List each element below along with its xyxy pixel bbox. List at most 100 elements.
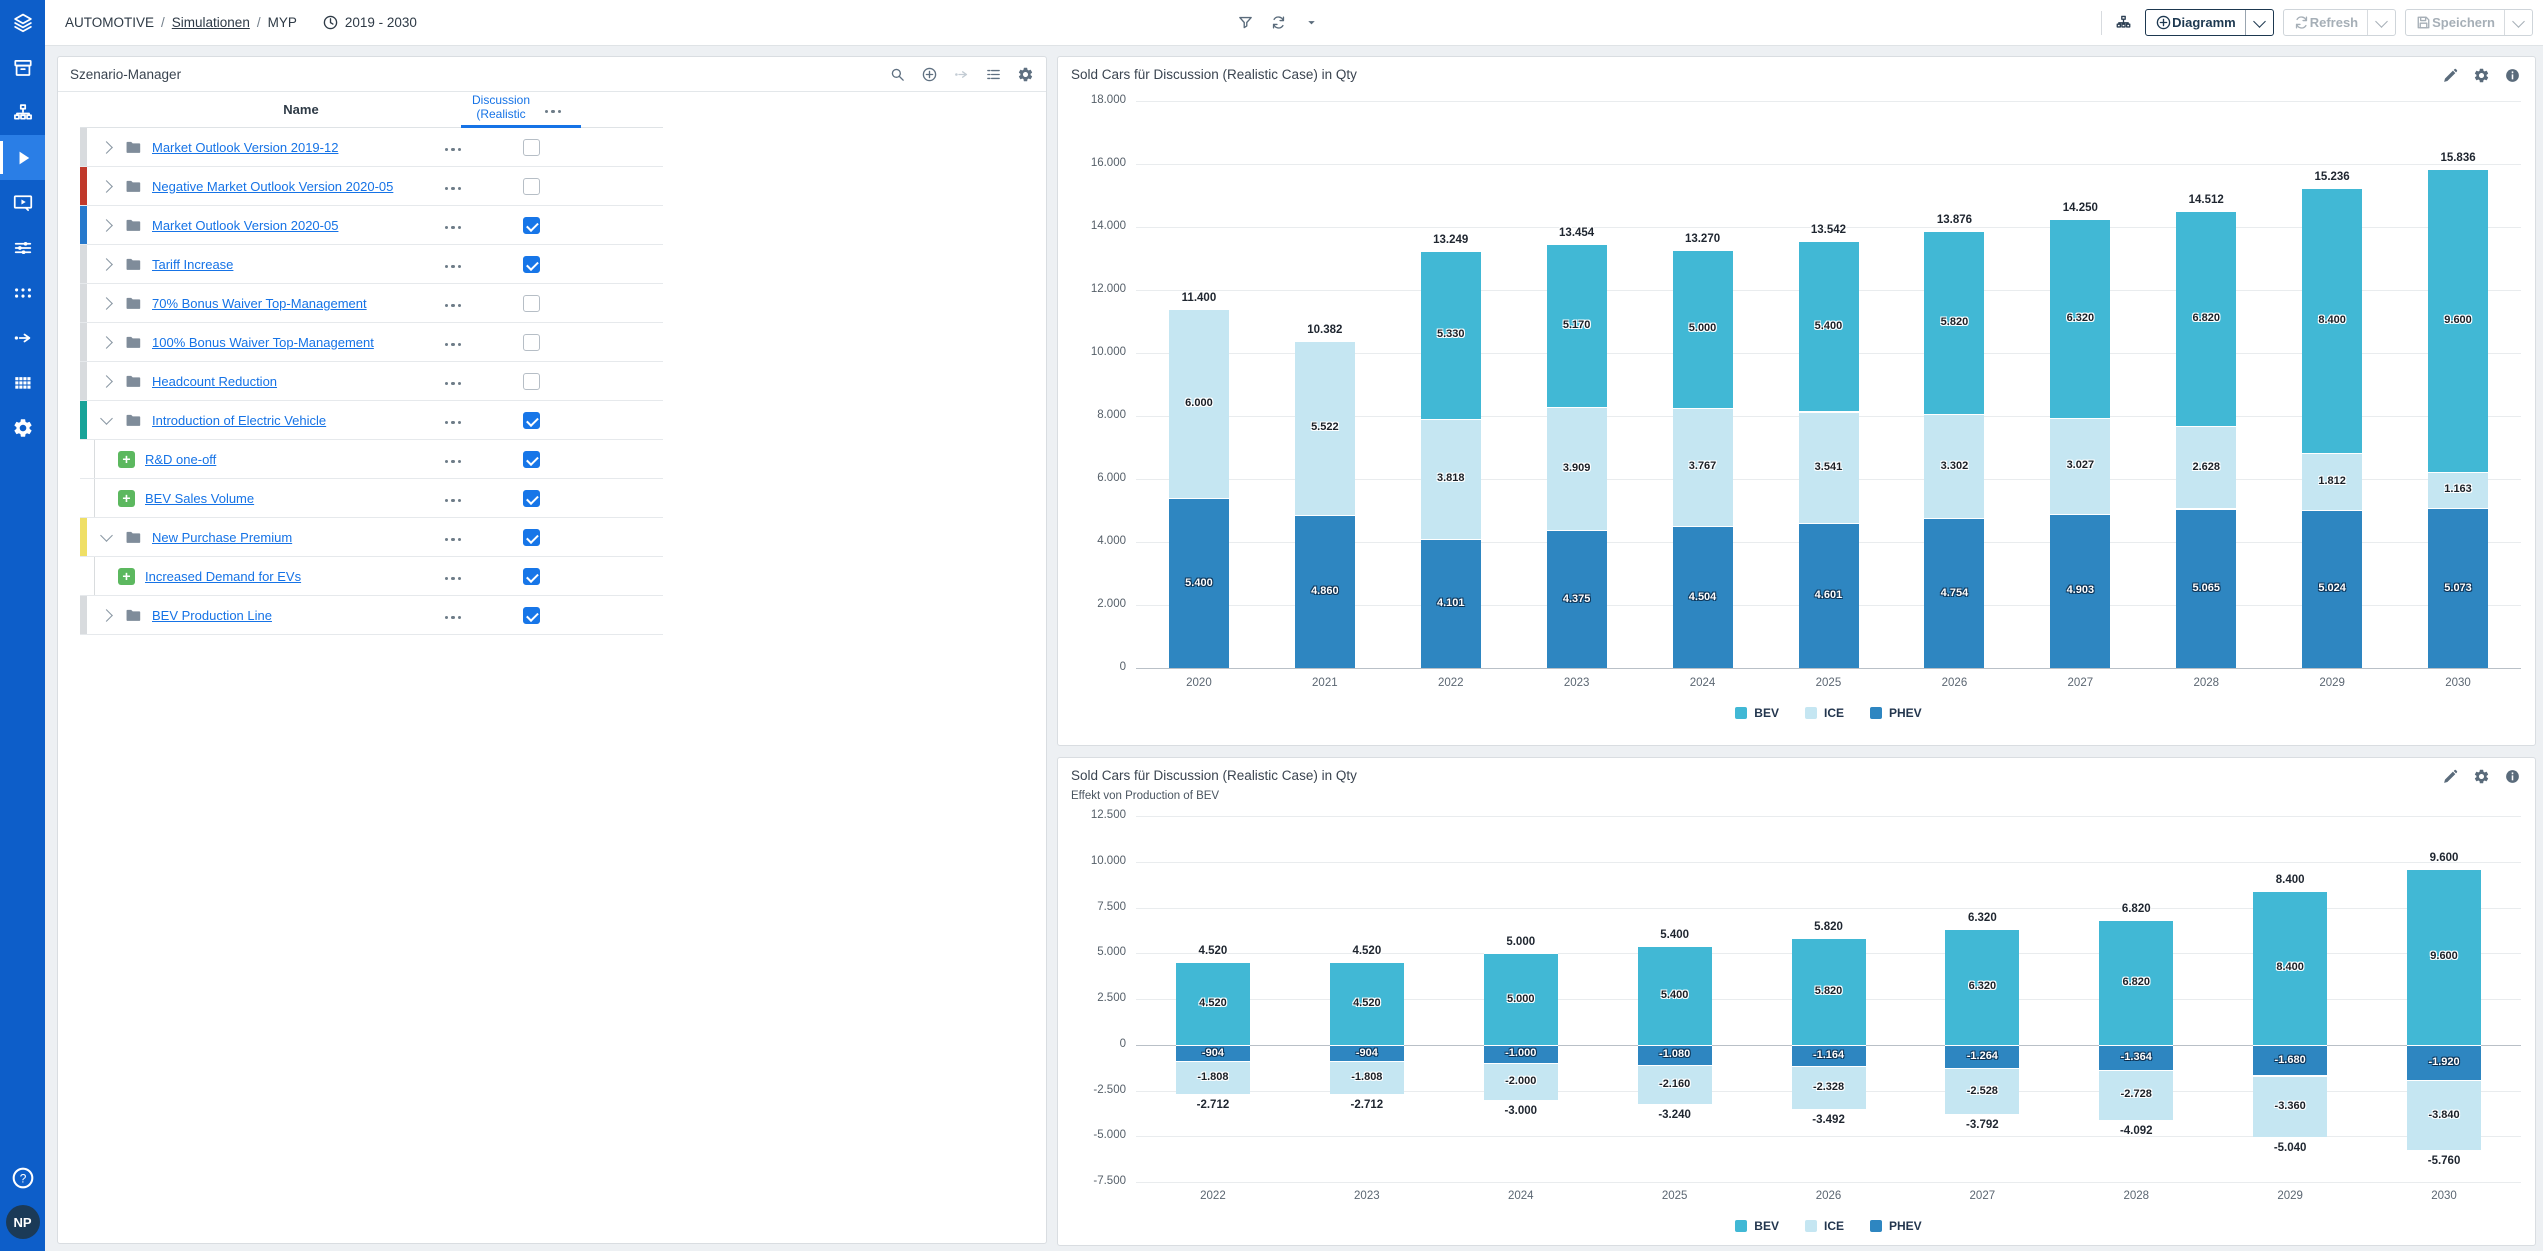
x-tick-label: 2026 <box>1752 1190 1906 1202</box>
time-range[interactable]: 2019 - 2030 <box>322 14 417 31</box>
search-icon[interactable] <box>889 66 906 83</box>
table-row[interactable]: Introduction of Electric Vehicle <box>80 401 663 440</box>
scenario-link[interactable]: Market Outlook Version 2020-05 <box>152 218 338 233</box>
row-options-icon[interactable] <box>433 323 473 361</box>
sidebar-item-org-chart[interactable] <box>0 90 45 135</box>
breadcrumb-item-root[interactable]: AUTOMOTIVE <box>65 15 154 30</box>
row-options-icon[interactable] <box>433 596 473 634</box>
scenario-checkbox[interactable] <box>523 295 540 312</box>
segment-value-label: 5.400 <box>1598 989 1752 1001</box>
scenario-checkbox[interactable] <box>523 334 540 351</box>
expand-chevron-icon[interactable] <box>98 221 114 230</box>
scenario-checkbox[interactable] <box>523 568 540 585</box>
table-row[interactable]: 70% Bonus Waiver Top-Management <box>80 284 663 323</box>
x-tick-label: 2026 <box>1892 677 2018 689</box>
scenario-link[interactable]: Negative Market Outlook Version 2020-05 <box>152 179 393 194</box>
scenario-checkbox[interactable] <box>523 451 540 468</box>
scenario-checkbox[interactable] <box>523 373 540 390</box>
table-row[interactable]: BEV Production Line <box>80 596 663 635</box>
scenario-checkbox[interactable] <box>523 139 540 156</box>
legend-item-bev[interactable]: BEV <box>1735 1219 1779 1233</box>
total-label-top: 9.600 <box>2367 852 2521 864</box>
scenario-link[interactable]: BEV Production Line <box>152 608 272 623</box>
scenario-link[interactable]: 100% Bonus Waiver Top-Management <box>152 335 374 350</box>
row-options-icon[interactable] <box>433 128 473 166</box>
legend-item-ice[interactable]: ICE <box>1805 706 1844 720</box>
scenario-color-marker <box>80 128 87 166</box>
row-options-icon[interactable] <box>433 284 473 322</box>
scenario-link[interactable]: Headcount Reduction <box>152 374 277 389</box>
filter-icon[interactable] <box>1237 14 1254 31</box>
scenario-checkbox[interactable] <box>523 529 540 546</box>
legend-item-bev[interactable]: BEV <box>1735 706 1779 720</box>
scenario-link[interactable]: New Purchase Premium <box>152 530 292 545</box>
sidebar-item-arrow-right[interactable] <box>0 315 45 360</box>
expand-chevron-icon[interactable] <box>98 260 114 269</box>
speichern-button: Speichern <box>2405 9 2533 36</box>
expand-chevron-icon[interactable] <box>98 535 114 540</box>
breadcrumb-item-simulationen[interactable]: Simulationen <box>172 15 250 30</box>
help-icon[interactable]: ? <box>10 1165 36 1191</box>
scenario-checkbox[interactable] <box>523 490 540 507</box>
sidebar-item-nodes[interactable] <box>0 270 45 315</box>
row-options-icon[interactable] <box>433 479 473 517</box>
sidebar-item-grid[interactable] <box>0 360 45 405</box>
plus-circle-icon[interactable] <box>921 66 938 83</box>
row-options-icon[interactable] <box>433 167 473 205</box>
row-options-icon[interactable] <box>433 557 473 595</box>
expand-chevron-icon[interactable] <box>98 377 114 386</box>
expand-chevron-icon[interactable] <box>98 418 114 423</box>
sidebar-item-screen-play[interactable] <box>0 180 45 225</box>
sidebar-item-archive[interactable] <box>0 45 45 90</box>
table-row[interactable]: Tariff Increase <box>80 245 663 284</box>
table-row[interactable]: New Purchase Premium <box>80 518 663 557</box>
legend-item-phev[interactable]: PHEV <box>1870 706 1922 720</box>
table-row[interactable]: 100% Bonus Waiver Top-Management <box>80 323 663 362</box>
scenario-checkbox[interactable] <box>523 607 540 624</box>
diagramm-button[interactable]: Diagramm <box>2145 9 2274 36</box>
sidebar-item-gear[interactable] <box>0 405 45 450</box>
expand-chevron-icon[interactable] <box>98 143 114 152</box>
chevron-down-icon[interactable] <box>1303 14 1320 31</box>
row-options-icon[interactable] <box>433 206 473 244</box>
row-options-icon[interactable] <box>433 440 473 478</box>
scenario-checkbox[interactable] <box>523 412 540 429</box>
scenario-link[interactable]: Increased Demand for EVs <box>145 569 301 584</box>
sidebar-item-play[interactable] <box>0 135 45 180</box>
scenario-link[interactable]: BEV Sales Volume <box>145 491 254 506</box>
avatar[interactable]: NP <box>6 1205 40 1239</box>
legend-item-phev[interactable]: PHEV <box>1870 1219 1922 1233</box>
gear-icon[interactable] <box>1017 66 1034 83</box>
table-row[interactable]: Market Outlook Version 2019-12 <box>80 128 663 167</box>
scenario-link[interactable]: Tariff Increase <box>152 257 233 272</box>
row-options-icon[interactable] <box>433 245 473 283</box>
expand-chevron-icon[interactable] <box>98 611 114 620</box>
legend-item-ice[interactable]: ICE <box>1805 1219 1844 1233</box>
refresh-icon[interactable] <box>1270 14 1287 31</box>
hierarchy-icon[interactable] <box>2115 14 2132 31</box>
table-row[interactable]: Market Outlook Version 2020-05 <box>80 206 663 245</box>
list-icon[interactable] <box>985 66 1002 83</box>
table-row[interactable]: Increased Demand for EVs <box>80 557 663 596</box>
row-options-icon[interactable] <box>433 362 473 400</box>
expand-chevron-icon[interactable] <box>98 182 114 191</box>
column-options-icon[interactable] <box>538 91 568 127</box>
expand-chevron-icon[interactable] <box>98 338 114 347</box>
table-row[interactable]: R&D one-off <box>80 440 663 479</box>
scenario-checkbox[interactable] <box>523 217 540 234</box>
scenario-color-marker <box>80 284 87 322</box>
scenario-checkbox[interactable] <box>523 178 540 195</box>
scenario-link[interactable]: R&D one-off <box>145 452 216 467</box>
table-row[interactable]: Headcount Reduction <box>80 362 663 401</box>
table-row[interactable]: BEV Sales Volume <box>80 479 663 518</box>
scenario-link[interactable]: Introduction of Electric Vehicle <box>152 413 326 428</box>
sidebar-item-sliders[interactable] <box>0 225 45 270</box>
table-row[interactable]: Negative Market Outlook Version 2020-05 <box>80 167 663 206</box>
row-options-icon[interactable] <box>433 401 473 439</box>
sidebar-item-layers[interactable] <box>0 0 45 45</box>
scenario-checkbox[interactable] <box>523 256 540 273</box>
row-options-icon[interactable] <box>433 518 473 556</box>
expand-chevron-icon[interactable] <box>98 299 114 308</box>
scenario-link[interactable]: Market Outlook Version 2019-12 <box>152 140 338 155</box>
scenario-link[interactable]: 70% Bonus Waiver Top-Management <box>152 296 367 311</box>
